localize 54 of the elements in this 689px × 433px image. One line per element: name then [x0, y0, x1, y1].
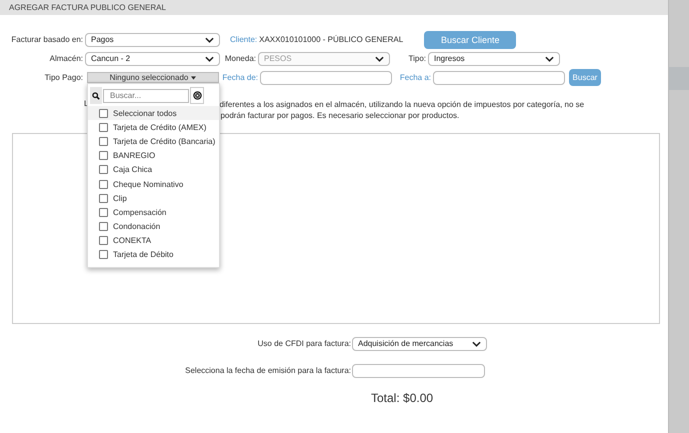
note-text: diferentes a los asignados en el almacén, utilizando la nueva opción de impuestos por categoría, no se	[219, 99, 584, 110]
field-label: Tipo:	[408, 54, 427, 63]
checkbox[interactable]	[99, 165, 108, 174]
checkbox[interactable]	[99, 236, 108, 246]
dropdown-option[interactable]: CONEKTA	[88, 234, 219, 248]
checkbox[interactable]	[99, 122, 108, 132]
field-label: Facturar basado en:	[10, 35, 84, 44]
field-label: Almacén:	[48, 54, 84, 63]
dropdown-option[interactable]: Caja Chica	[88, 162, 219, 177]
field-label: Uso de CFDI para factura:	[256, 339, 352, 348]
clear-icon[interactable]	[190, 87, 204, 104]
dropdown-option[interactable]: Tarjeta de Crédito (Bancaria)	[88, 134, 219, 149]
checkbox[interactable]	[99, 108, 108, 118]
checkbox[interactable]	[99, 194, 108, 203]
total-text: Total: $0.00	[371, 391, 434, 405]
checkbox[interactable]	[99, 208, 108, 217]
search-icon[interactable]	[90, 87, 102, 104]
field-label: Moneda:	[224, 54, 257, 63]
dropdown-option[interactable]: Compensación	[88, 205, 219, 220]
field-label: Fecha de:	[222, 73, 259, 82]
field-label: Selecciona la fecha de emisión para la factura:	[184, 366, 352, 375]
issue-date-field[interactable]	[352, 364, 485, 378]
dropdown-option[interactable]: Seleccionar todos	[88, 106, 219, 120]
checkbox[interactable]	[99, 222, 108, 232]
dropdown-option[interactable]: Tarjeta de Débito	[88, 248, 219, 262]
search-field[interactable]: Buscar...	[103, 88, 189, 102]
checkbox[interactable]	[99, 151, 108, 160]
warehouse-select[interactable]: Cancun - 2	[85, 52, 220, 66]
chevron-icon	[545, 56, 554, 62]
date-from-field[interactable]	[260, 70, 392, 84]
payment-type-dropdown[interactable]: Ninguno seleccionado	[87, 72, 219, 83]
dropdown-option[interactable]: Condonación	[88, 220, 219, 234]
checkbox[interactable]	[99, 136, 108, 146]
chevron-icon	[472, 340, 481, 346]
basado-select[interactable]: Pagos	[85, 32, 220, 46]
field-label: Fecha a:	[398, 73, 432, 82]
field-label: Tipo Pago:	[44, 73, 84, 82]
note-text: podrán facturar por pagos. Es necesario seleccionar por productos.	[220, 110, 460, 121]
checkbox[interactable]	[99, 250, 108, 260]
caret-icon	[191, 76, 196, 80]
type-select[interactable]: Ingresos	[428, 52, 560, 66]
window-title: AGREGAR FACTURA PUBLICO GENERAL	[9, 3, 166, 12]
dropdown-option[interactable]: BANREGIO	[88, 148, 219, 163]
dropdown-option[interactable]: Tarjeta de Crédito (AMEX)	[88, 120, 219, 134]
client-value: XAXX010101000 - PÚBLICO GENERAL	[259, 35, 404, 44]
chevron-icon	[205, 56, 214, 62]
dropdown-option[interactable]: Cheque Nominativo	[88, 176, 219, 192]
field-label: Cliente:	[230, 35, 258, 44]
date-to-field[interactable]	[433, 70, 565, 84]
cfdi-select[interactable]: Adquisición de mercancias	[352, 336, 487, 350]
chevron-icon	[205, 36, 214, 42]
checkbox[interactable]	[99, 180, 108, 189]
dropdown-option[interactable]: Clip	[88, 191, 219, 206]
chevron-icon	[375, 56, 384, 62]
